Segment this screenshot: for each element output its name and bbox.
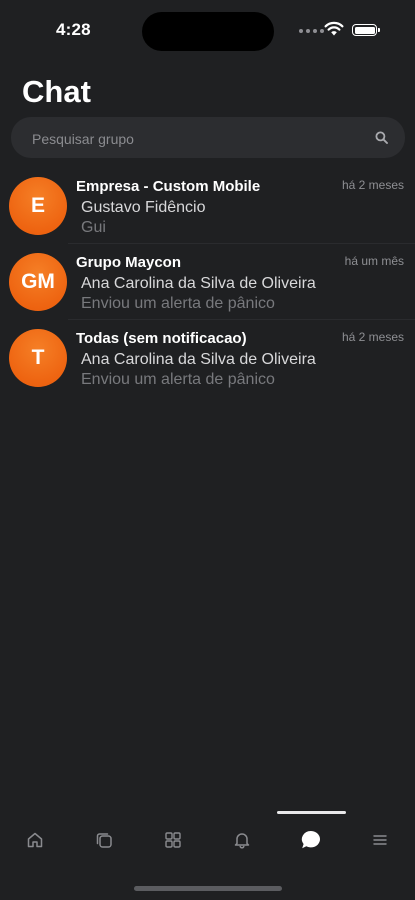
status-bar: 4:28 (0, 0, 415, 60)
bell-icon (234, 833, 250, 849)
wifi-icon (324, 21, 344, 36)
chat-last-message: Enviou um alerta de pânico (81, 371, 275, 388)
avatar[interactable]: T (9, 329, 67, 387)
chat-title: Grupo Maycon (76, 254, 182, 271)
chat-list-item[interactable]: GM Grupo Maycon há um mês Ana Carolina d… (0, 244, 415, 320)
dynamic-island (142, 12, 274, 51)
chat-list: E Empresa - Custom Mobile há 2 meses Gus… (0, 168, 415, 396)
tab-chat[interactable] (299, 828, 323, 852)
avatar[interactable]: E (9, 177, 67, 235)
tab-home[interactable] (23, 828, 47, 852)
cellular-signal-icon (299, 29, 324, 33)
search-input[interactable] (30, 117, 364, 160)
chat-title: Empresa - Custom Mobile (76, 178, 261, 195)
home-icon (27, 832, 43, 848)
chat-list-item[interactable]: T Todas (sem notificacao) há 2 meses Ana… (0, 320, 415, 396)
chat-last-sender: Ana Carolina da Silva de Oliveira (81, 275, 316, 292)
copy-icon (96, 833, 112, 848)
search-bar[interactable] (11, 117, 405, 160)
chat-timestamp: há um mês (344, 254, 404, 268)
menu-icon (373, 835, 387, 845)
tab-alerts[interactable] (230, 828, 254, 852)
tab-apps[interactable] (161, 828, 185, 852)
chat-list-item[interactable]: E Empresa - Custom Mobile há 2 meses Gus… (0, 168, 415, 244)
page-title: Chat (22, 74, 91, 109)
chat-last-sender: Ana Carolina da Silva de Oliveira (81, 351, 316, 368)
chat-last-message: Enviou um alerta de pânico (81, 295, 275, 312)
chat-last-sender: Gustavo Fidêncio (81, 199, 206, 216)
chat-timestamp: há 2 meses (341, 330, 404, 344)
tab-pages[interactable] (92, 828, 116, 852)
chat-last-message: Gui (81, 219, 106, 236)
grid-icon (165, 832, 181, 848)
tab-menu[interactable] (368, 828, 392, 852)
chat-bubble-icon (301, 830, 320, 849)
active-tab-indicator (277, 811, 346, 814)
bottom-tab-bar (0, 800, 415, 870)
search-icon[interactable] (375, 131, 388, 144)
status-time: 4:28 (56, 20, 91, 39)
chat-title: Todas (sem notificacao) (76, 330, 247, 347)
avatar[interactable]: GM (9, 253, 67, 311)
home-indicator (134, 886, 282, 891)
chat-timestamp: há 2 meses (341, 178, 404, 192)
battery-icon (352, 24, 380, 36)
